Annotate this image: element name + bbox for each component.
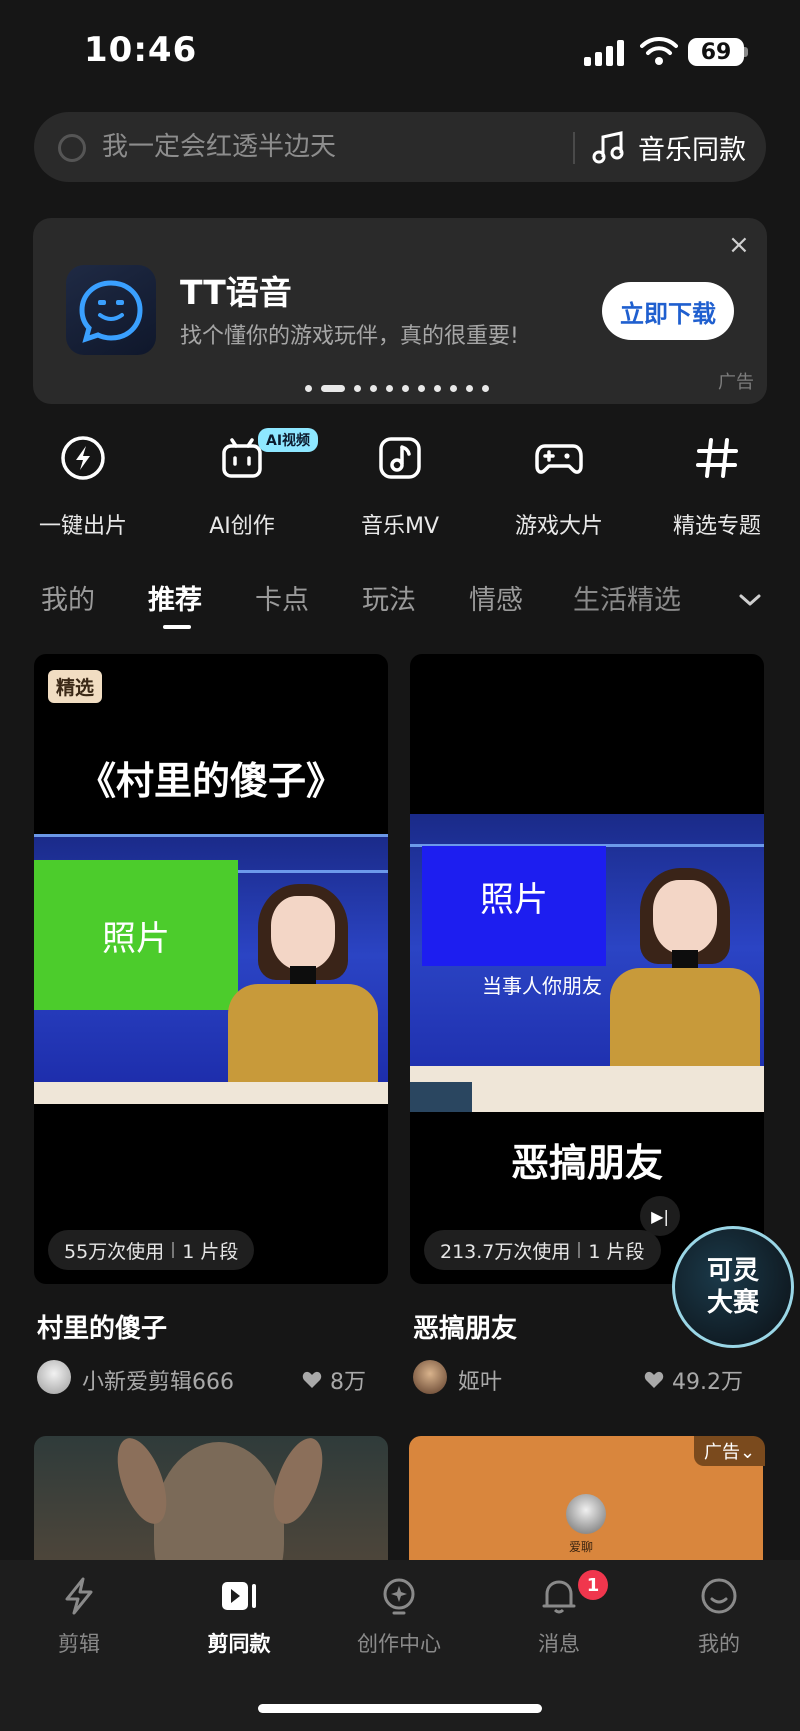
active-tab-indicator (163, 625, 191, 629)
video-bottom-title: 恶搞朋友 (510, 1141, 663, 1185)
usage-separator (172, 1242, 175, 1258)
quick-action-one-click[interactable]: 一键出片 (13, 430, 153, 540)
battery-icon: 69 (688, 38, 744, 66)
keling-line1: 可灵 (706, 1256, 759, 1286)
battery-tip (744, 47, 748, 57)
notification-badge: 1 (578, 1570, 608, 1600)
keling-contest-button[interactable]: 可灵 大赛 (672, 1226, 794, 1348)
card-title[interactable]: 村里的傻子 (37, 1308, 167, 1345)
nav-label: 消息 (538, 1632, 580, 1656)
author-name[interactable]: 小新爱剪辑666 (82, 1364, 234, 1396)
usage-count: 55万次使用 1 片段 (48, 1230, 255, 1270)
download-button[interactable]: 立即下载 (602, 282, 734, 340)
ad-chip[interactable]: 广告⌄ (694, 1436, 766, 1466)
nav-creator-center[interactable]: 创作中心 (334, 1576, 464, 1658)
music-note-icon[interactable] (592, 130, 626, 166)
search-divider (573, 132, 575, 164)
tab-gameplay[interactable]: 玩法 (362, 578, 416, 617)
like-count[interactable]: 49.2万 (644, 1364, 743, 1396)
ad-label: 广告 (718, 372, 754, 393)
author-name[interactable]: 姬叶 (458, 1364, 502, 1396)
lightning-icon (65, 1577, 93, 1615)
quick-action-label: 游戏大片 (514, 514, 603, 539)
card-title[interactable]: 恶搞朋友 (413, 1308, 517, 1345)
lightning-icon (61, 436, 105, 480)
avatar[interactable] (37, 1360, 71, 1394)
avatar (566, 1494, 606, 1534)
profile-icon (701, 1578, 737, 1614)
close-icon[interactable]: × (728, 232, 750, 258)
nav-label: 创作中心 (357, 1632, 441, 1656)
nav-templates[interactable]: 剪同款 (174, 1576, 304, 1658)
nav-edit[interactable]: 剪辑 (14, 1576, 144, 1658)
hashtag-icon (696, 438, 738, 478)
photo-caption: 当事人你朋友 (482, 974, 602, 998)
music-same-button[interactable]: 音乐同款 (638, 128, 746, 167)
carousel-dots (305, 384, 495, 392)
heart-icon (302, 1371, 322, 1388)
home-indicator[interactable] (258, 1704, 542, 1713)
quick-action-label: 音乐MV (360, 514, 440, 539)
keling-line2: 大赛 (706, 1288, 759, 1318)
quick-action-label: 精选专题 (672, 514, 761, 539)
template-play-icon (222, 1582, 256, 1610)
tab-recommend[interactable]: 推荐 (148, 578, 202, 617)
quick-action-label: 一键出片 (38, 514, 127, 539)
tab-beat-sync[interactable]: 卡点 (255, 578, 309, 617)
ad-app-name: 爱聊 (569, 1540, 594, 1554)
usage-separator (578, 1242, 581, 1258)
ad-title: TT语音 (180, 273, 292, 312)
tt-app-icon (66, 265, 156, 355)
wifi-icon (640, 36, 678, 65)
photo-placeholder: 照片 (34, 860, 238, 1010)
avatar[interactable] (413, 1360, 447, 1394)
video-thumbnail: 照片 当事人你朋友 (410, 814, 764, 1112)
usage-text: 55万次使用 (64, 1240, 165, 1263)
quick-action-featured-topics[interactable]: 精选专题 (647, 430, 787, 540)
music-note-icon (379, 437, 421, 479)
photo-placeholder: 照片 (422, 846, 606, 966)
usage-count: 213.7万次使用 1 片段 (424, 1230, 661, 1270)
status-time: 10:46 (84, 30, 198, 70)
chevron-down-icon[interactable] (738, 588, 762, 612)
nav-label: 剪辑 (58, 1632, 100, 1656)
nav-label: 我的 (698, 1632, 740, 1656)
quick-action-game-video[interactable]: 游戏大片 (489, 430, 629, 540)
tab-mine[interactable]: 我的 (41, 578, 95, 617)
gamepad-icon (535, 444, 583, 474)
tab-life-picks[interactable]: 生活精选 (573, 578, 681, 617)
search-input[interactable] (102, 124, 552, 170)
tab-emotion[interactable]: 情感 (469, 578, 523, 617)
nav-profile[interactable]: 我的 (654, 1576, 784, 1658)
bulb-icon (383, 1578, 415, 1615)
bell-icon (542, 1580, 576, 1614)
nav-label: 剪同款 (207, 1632, 271, 1656)
quick-action-label: AI创作 (209, 514, 275, 539)
ai-video-badge: AI视频 (258, 428, 319, 452)
heart-icon (644, 1371, 664, 1388)
search-icon (58, 134, 86, 162)
ad-subtitle: 找个懂你的游戏玩伴，真的很重要! (180, 324, 519, 349)
segment-count: 1 片段 (182, 1240, 239, 1263)
video-thumbnail: 照片 (34, 834, 388, 1104)
like-number: 8万 (330, 1370, 366, 1395)
usage-text: 213.7万次使用 (440, 1240, 571, 1263)
like-count[interactable]: 8万 (302, 1364, 366, 1396)
signal-icon (584, 40, 626, 66)
segment-count: 1 片段 (588, 1240, 645, 1263)
quick-action-music-mv[interactable]: 音乐MV (330, 430, 470, 540)
video-overlay-title: 《村里的傻子》 (77, 759, 344, 803)
featured-badge: 精选 (48, 670, 103, 703)
like-number: 49.2万 (672, 1370, 743, 1395)
